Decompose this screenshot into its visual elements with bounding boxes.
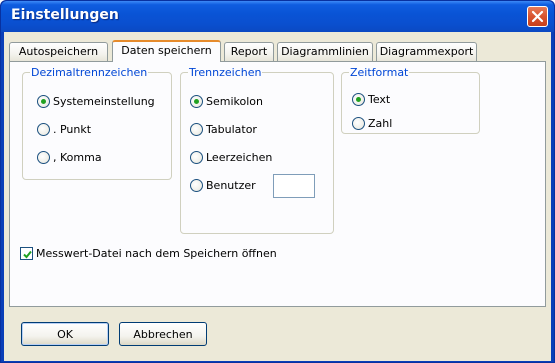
tab-report[interactable]: Report [224, 42, 274, 61]
checkmark-icon [23, 250, 32, 259]
tab-diagrammexport[interactable]: Diagrammexport [376, 42, 477, 61]
radio-button[interactable] [37, 95, 50, 108]
radio-punkt[interactable]: . Punkt [37, 123, 91, 136]
radio-button[interactable] [352, 117, 365, 130]
radio-text[interactable]: Text [352, 93, 390, 106]
ok-button[interactable]: OK [21, 322, 109, 346]
radio-label: Text [368, 93, 391, 106]
window-title: Einstellungen [11, 7, 119, 23]
radio-benutzer[interactable]: Benutzer [190, 179, 256, 192]
time-format-legend: Zeitformat [350, 66, 409, 79]
radio-zahl[interactable]: Zahl [352, 117, 392, 130]
dialog-window: Einstellungen Autospeichern Daten speich… [0, 0, 555, 363]
radio-label: Semikolon [206, 95, 263, 108]
radio-leerzeichen[interactable]: Leerzeichen [190, 151, 272, 164]
tab-panel-daten-speichern: Dezimaltrennzeichen Systemeinstellung . … [9, 61, 546, 307]
radio-button[interactable] [190, 179, 203, 192]
radio-label: Leerzeichen [206, 151, 273, 164]
radio-label: Systemeinstellung [53, 95, 155, 108]
separator-group: Trennzeichen [180, 66, 334, 234]
radio-komma[interactable]: , Komma [37, 151, 102, 164]
tab-daten-speichern[interactable]: Daten speichern [112, 40, 221, 62]
checkbox-label: Messwert-Datei nach dem Speichern öffnen [36, 247, 277, 260]
close-button[interactable] [527, 6, 548, 27]
radio-label: Benutzer [206, 179, 256, 192]
checkbox-box[interactable] [20, 247, 33, 260]
dialog-body: Autospeichern Daten speichern Report Dia… [4, 32, 551, 361]
custom-separator-input[interactable] [273, 174, 315, 198]
radio-systemeinstellung[interactable]: Systemeinstellung [37, 95, 155, 108]
radio-button[interactable] [37, 151, 50, 164]
radio-button[interactable] [37, 123, 50, 136]
close-icon [531, 10, 544, 23]
radio-button[interactable] [352, 93, 365, 106]
tab-diagrammlinien[interactable]: Diagrammlinien [277, 42, 373, 61]
radio-button[interactable] [190, 151, 203, 164]
cancel-button[interactable]: Abbrechen [119, 322, 207, 346]
open-after-save-checkbox[interactable]: Messwert-Datei nach dem Speichern öffnen [20, 247, 277, 260]
radio-label: Zahl [368, 117, 393, 130]
radio-tabulator[interactable]: Tabulator [190, 123, 257, 136]
radio-label: Tabulator [206, 123, 257, 136]
title-bar[interactable]: Einstellungen [1, 1, 554, 32]
radio-label: . Punkt [53, 123, 92, 136]
radio-label: , Komma [53, 151, 102, 164]
radio-semikolon[interactable]: Semikolon [190, 95, 263, 108]
tab-autospeichern[interactable]: Autospeichern [9, 42, 108, 61]
radio-button[interactable] [190, 95, 203, 108]
radio-button[interactable] [190, 123, 203, 136]
separator-legend: Trennzeichen [189, 66, 262, 79]
decimal-separator-legend: Dezimaltrennzeichen [31, 66, 148, 79]
